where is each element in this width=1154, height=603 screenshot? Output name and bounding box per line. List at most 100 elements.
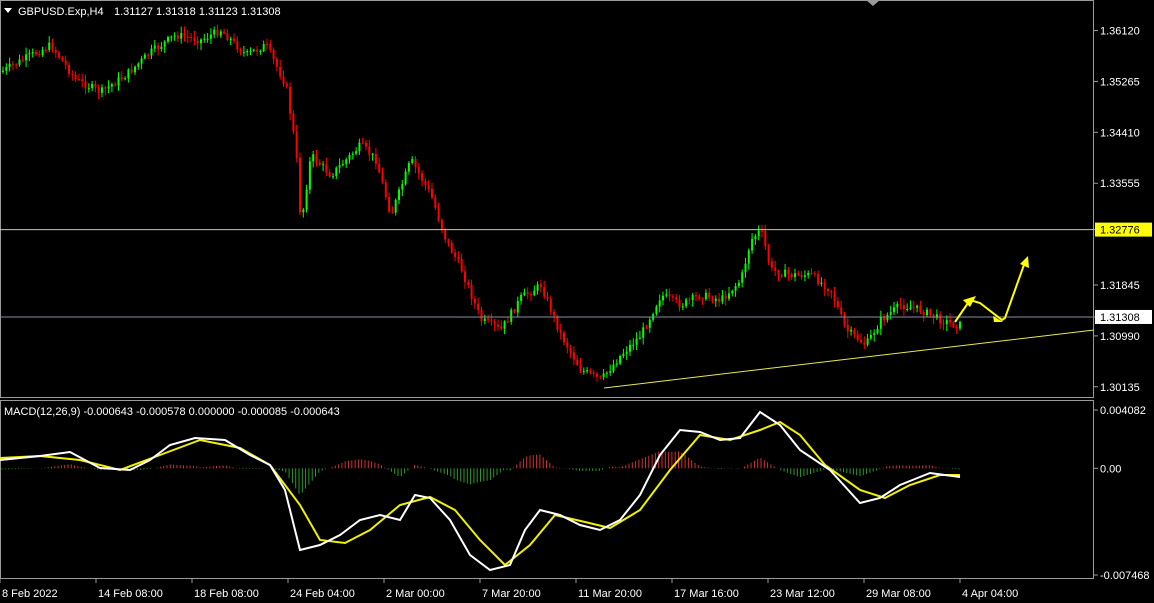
candle-body (744, 263, 747, 273)
candle-body (71, 73, 74, 75)
candle-body (602, 373, 605, 378)
candle-body (833, 292, 836, 302)
candle-body (774, 267, 777, 271)
candle-body (322, 164, 325, 166)
resistance-price-tag: 1.32776 (1095, 222, 1152, 237)
candle-body (477, 303, 480, 311)
candle-body (883, 317, 886, 321)
candle-body (308, 161, 311, 190)
candle-body (939, 314, 942, 324)
candle-body (223, 31, 226, 34)
candle-body (797, 273, 800, 275)
candle-body (708, 292, 711, 298)
candle-body (493, 321, 496, 325)
candle-body (77, 79, 80, 81)
candle-body (803, 275, 806, 278)
candle-body (856, 334, 859, 341)
candle-body (262, 43, 265, 52)
price-tick-label: 1.30135 (1100, 382, 1140, 394)
candle-body (64, 60, 67, 65)
time-tick-label: 14 Feb 08:00 (98, 588, 163, 600)
candle-body (645, 327, 648, 329)
candle-body (530, 294, 532, 296)
candle-body (483, 318, 486, 321)
candle-body (866, 338, 869, 345)
candle-body (889, 312, 892, 315)
candle-body (681, 306, 684, 308)
time-tick-label: 4 Apr 04:00 (962, 588, 1018, 600)
candle-body (949, 319, 952, 323)
trading-chart[interactable]: GBPUSD.Exp,H4 1.31127 1.31318 1.31123 1.… (0, 0, 1154, 603)
candle-body (790, 274, 793, 278)
candle-body (615, 363, 618, 365)
candle-body (731, 290, 734, 294)
candle-body (609, 371, 612, 373)
candle-body (619, 355, 622, 364)
time-tick-label: 11 Mar 20:00 (578, 588, 642, 600)
candle-body (869, 334, 872, 339)
candle-body (299, 157, 301, 213)
candle-body (351, 153, 354, 155)
candle-body (292, 113, 295, 132)
candle-body (549, 298, 552, 312)
candle-body (345, 159, 348, 165)
candle-body (929, 309, 932, 315)
candle-body (35, 52, 37, 55)
candle-body (622, 353, 625, 356)
candle-body (899, 303, 902, 306)
candle-body (572, 352, 575, 360)
price-panel[interactable] (0, 0, 1094, 398)
candle-body (955, 326, 958, 329)
candle-body (167, 37, 169, 42)
candle-body (163, 41, 166, 47)
candle-body (157, 45, 160, 50)
candle-body (454, 252, 457, 257)
candle-body (457, 256, 460, 260)
candle-body (695, 295, 697, 297)
candle-body (926, 309, 928, 316)
candle-body (233, 38, 235, 41)
candle-body (642, 327, 645, 338)
candle-body (629, 344, 631, 352)
candle-body (767, 246, 770, 262)
candle-body (711, 297, 714, 302)
candle-body (101, 87, 103, 93)
candle-body (490, 320, 493, 322)
candle-body (193, 37, 196, 41)
candle-body (464, 271, 466, 283)
candle-body (110, 84, 113, 87)
candle-body (104, 87, 107, 89)
candle-body (770, 261, 773, 268)
candle-body (173, 35, 176, 37)
candle-body (873, 333, 876, 335)
candle-body (632, 344, 635, 346)
candle-body (275, 58, 278, 67)
candle-body (662, 295, 664, 301)
candle-body (543, 287, 546, 297)
candle-body (473, 298, 476, 304)
candle-body (424, 180, 427, 185)
candle-body (447, 239, 450, 243)
candle-body (704, 292, 707, 300)
candle-body (249, 50, 252, 52)
candle-body (91, 83, 94, 89)
candle-body (460, 259, 463, 272)
candle-body (539, 284, 542, 288)
macd-panel[interactable] (0, 400, 1094, 579)
candle-body (41, 49, 44, 55)
candle-body (328, 172, 331, 177)
candle-body (203, 38, 206, 40)
candle-body (143, 54, 146, 59)
time-tick-label: 29 Mar 08:00 (866, 588, 931, 600)
candle-body (506, 321, 509, 323)
candle-body (714, 298, 717, 302)
candle-body (807, 272, 810, 276)
candle-body (747, 250, 750, 264)
time-tick-label: 7 Mar 20:00 (482, 588, 541, 600)
candle-body (952, 322, 955, 327)
candle-body (586, 370, 589, 372)
candle-body (8, 63, 11, 67)
candle-body (312, 154, 315, 162)
candle-body (698, 296, 701, 299)
candle-body (81, 79, 84, 82)
